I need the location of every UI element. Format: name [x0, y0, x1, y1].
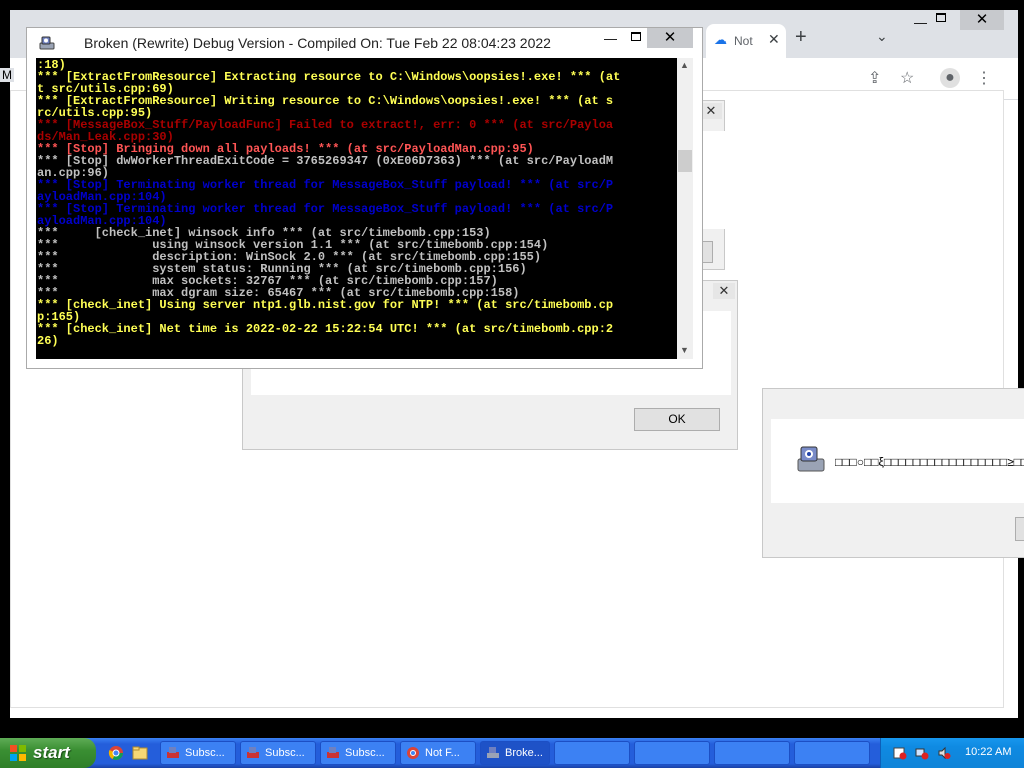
taskbar-item-empty[interactable]	[714, 741, 790, 765]
debug-console-window[interactable]: Broken (Rewrite) Debug Version - Compile…	[26, 27, 703, 369]
console-maximize-button[interactable]	[631, 32, 641, 41]
app-icon	[247, 747, 259, 758]
taskbar-item-empty[interactable]	[634, 741, 710, 765]
ok-button[interactable]: OK	[634, 408, 720, 431]
console-line: 26)	[37, 334, 59, 348]
tab-close-icon[interactable]: ✕	[768, 31, 780, 48]
taskbar-item-subscribe-3[interactable]: Subsc...	[320, 741, 396, 765]
taskbar-item-label: Subsc...	[185, 747, 225, 759]
message-dialog: □□□○□□ξ□□□□□□□□□□□□□□□□□≥□□□	[762, 388, 1024, 558]
console-scrollbar[interactable]: ▲ ▼	[677, 58, 693, 359]
network-error-icon[interactable]	[915, 746, 929, 760]
taskbar-item-broken[interactable]: Broke...	[480, 741, 550, 765]
windows-flag-icon	[10, 745, 26, 761]
taskbar-item-label: Not F...	[425, 747, 460, 759]
more-menu-icon[interactable]: ⋮	[976, 68, 992, 88]
browser-close-button[interactable]: ✕	[960, 10, 1004, 30]
start-button[interactable]: start	[0, 738, 96, 768]
browser-side-letter: M	[0, 68, 14, 82]
chrome-icon[interactable]	[108, 745, 124, 761]
app-icon	[167, 747, 179, 758]
dialog-close-button[interactable]: ✕	[700, 103, 722, 119]
dialog-message-text: □□□○□□ξ□□□□□□□□□□□□□□□□□≥□□□	[835, 455, 1024, 469]
browser-minimize-button[interactable]: —	[914, 15, 927, 30]
browser-tab-label: Not	[734, 34, 753, 48]
taskbar: start Subsc... Subsc... Subsc... Not F..…	[0, 738, 1024, 768]
taskbar-item-not-found[interactable]: Not F...	[400, 741, 476, 765]
tab-search-button[interactable]: ⌄	[876, 28, 888, 45]
dialog-close-button[interactable]: ✕	[713, 283, 735, 299]
app-icon	[327, 747, 339, 758]
console-line: *** [Stop] dwWorkerThreadExitCode = 3765…	[37, 154, 614, 168]
security-alert-icon[interactable]	[893, 746, 907, 760]
console-close-button[interactable]: ✕	[647, 28, 693, 48]
taskbar-item-empty[interactable]	[794, 741, 870, 765]
taskbar-item-label: Subsc...	[265, 747, 305, 759]
new-tab-button[interactable]: +	[795, 26, 807, 49]
taskbar-item-label: Broke...	[505, 747, 543, 759]
taskbar-item-empty[interactable]	[554, 741, 630, 765]
dialog-body: □□□○□□ξ□□□□□□□□□□□□□□□□□≥□□□	[771, 419, 1024, 503]
dialog-button[interactable]	[1015, 517, 1024, 541]
taskbar-clock: 10:22 AM	[965, 746, 1012, 758]
taskbar-item-subscribe-1[interactable]: Subsc...	[160, 741, 236, 765]
chrome-icon	[407, 747, 419, 759]
console-minimize-button[interactable]: —	[604, 31, 617, 46]
start-label: start	[33, 743, 70, 762]
console-line: *** [check_inet] Using server ntp1.glb.n…	[37, 298, 614, 312]
computer-icon	[797, 446, 825, 472]
taskbar-item-subscribe-2[interactable]: Subsc...	[240, 741, 316, 765]
folder-icon[interactable]	[132, 745, 148, 761]
profile-avatar-icon[interactable]: ●	[940, 68, 960, 88]
bookmark-star-icon[interactable]: ☆	[900, 68, 914, 88]
taskbar-item-label: Subsc...	[345, 747, 385, 759]
system-tray: 10:22 AM	[880, 738, 1024, 768]
scrollbar-thumb[interactable]	[678, 150, 692, 172]
scroll-up-arrow-icon[interactable]: ▲	[680, 60, 689, 70]
console-title-bar[interactable]: Broken (Rewrite) Debug Version - Compile…	[27, 28, 702, 58]
share-icon[interactable]: ⇪	[868, 68, 881, 88]
scroll-down-arrow-icon[interactable]: ▼	[680, 345, 689, 355]
volume-muted-icon[interactable]	[937, 746, 951, 760]
browser-maximize-button[interactable]	[936, 13, 946, 22]
console-line: *** [check_inet] Net time is 2022-02-22 …	[37, 322, 614, 336]
app-computer-icon	[39, 36, 55, 50]
console-title-text: Broken (Rewrite) Debug Version - Compile…	[84, 35, 551, 51]
browser-tab[interactable]: ☁ Not ✕	[706, 24, 786, 58]
computer-icon	[487, 747, 499, 758]
cloud-upload-icon: ☁	[714, 32, 727, 47]
console-output[interactable]: :18) *** [ExtractFromResource] Extracting…	[36, 58, 677, 359]
